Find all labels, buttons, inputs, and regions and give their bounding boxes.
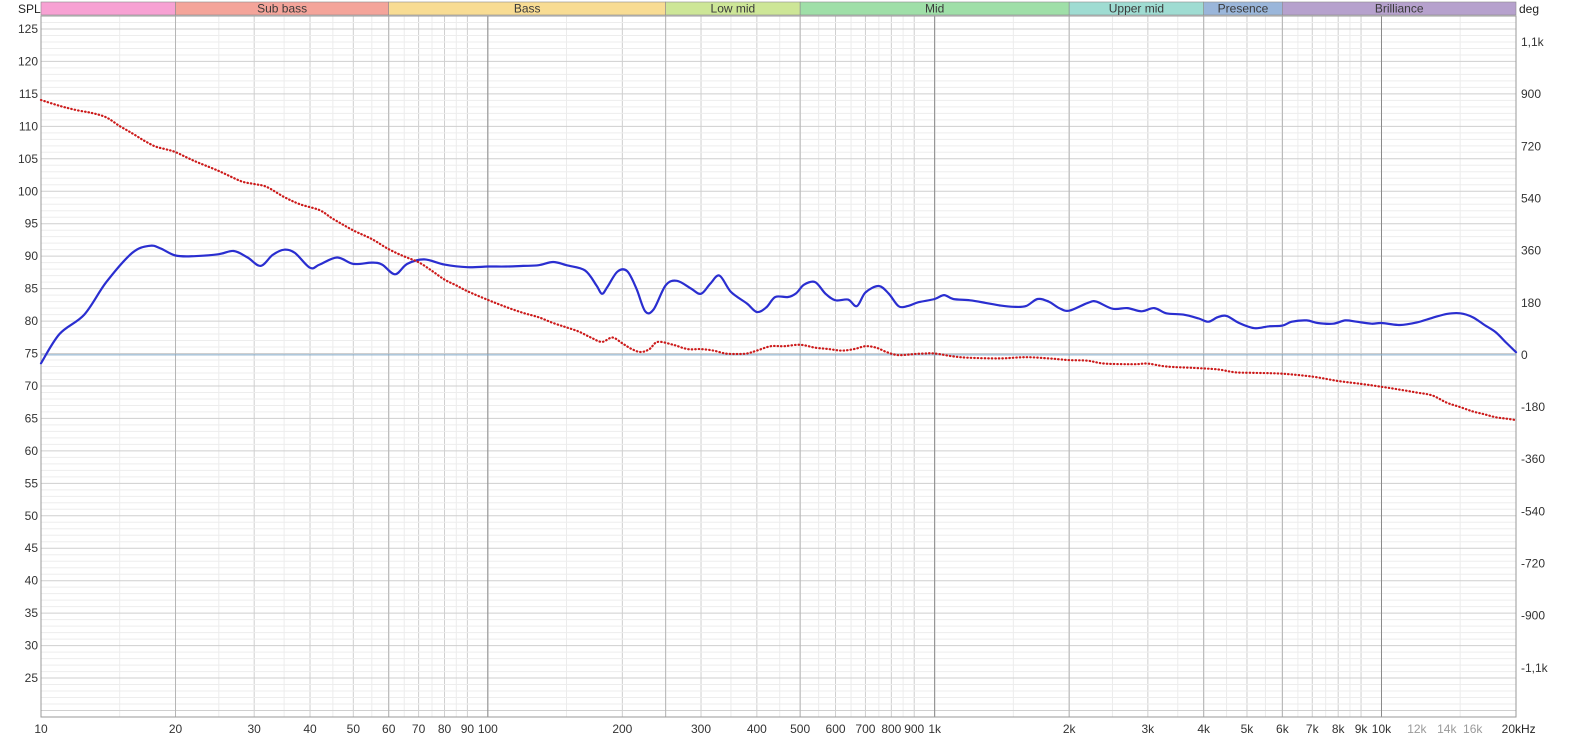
frequency-tick-label: 400 xyxy=(747,722,767,736)
band-swatch xyxy=(40,1,176,16)
spl-tick-label: 25 xyxy=(25,671,39,685)
frequency-tick-label: 20 xyxy=(169,722,183,736)
phase-tick-label: 360 xyxy=(1521,244,1541,258)
frequency-tick-label: 50 xyxy=(347,722,361,736)
frequency-tick-label: 90 xyxy=(461,722,475,736)
frequency-tick-label: 5k xyxy=(1241,722,1255,736)
frequency-tick-label: 800 xyxy=(881,722,901,736)
frequency-tick-label: 10 xyxy=(34,722,48,736)
spl-tick-label: 50 xyxy=(25,509,39,523)
spl-tick-label: 90 xyxy=(25,249,39,263)
frequency-tick-label: 1k xyxy=(928,722,942,736)
frequency-tick-label: 4k xyxy=(1197,722,1211,736)
phase-tick-label: -180 xyxy=(1521,400,1545,414)
phase-tick-label: 180 xyxy=(1521,296,1541,310)
frequency-tick-label: 500 xyxy=(790,722,810,736)
phase-tick-label: -1,1k xyxy=(1521,661,1549,675)
plot-background xyxy=(0,0,1573,742)
band-label: Brilliance xyxy=(1375,2,1424,16)
frequency-tick-label: 60 xyxy=(382,722,396,736)
spl-tick-label: 40 xyxy=(25,574,39,588)
frequency-tick-label: 6k xyxy=(1276,722,1290,736)
frequency-tick-label: 900 xyxy=(904,722,924,736)
spl-tick-label: 100 xyxy=(18,184,38,198)
phase-tick-label: 1,1k xyxy=(1521,35,1545,49)
phase-tick-label: 0 xyxy=(1521,348,1528,362)
frequency-tick-label: 200 xyxy=(612,722,632,736)
frequency-tick-label: 700 xyxy=(855,722,875,736)
band-label: Sub bass xyxy=(257,2,307,16)
phase-tick-label: -720 xyxy=(1521,556,1545,570)
frequency-tick-label: 20 xyxy=(1502,722,1516,736)
phase-tick-label: -900 xyxy=(1521,609,1545,623)
phase-axis-unit: deg xyxy=(1519,2,1539,16)
frequency-tick-label: 14k xyxy=(1437,722,1457,736)
spl-tick-label: 30 xyxy=(25,639,39,653)
spl-tick-label: 55 xyxy=(25,476,39,490)
band-label: Bass xyxy=(514,2,541,16)
frequency-response-chart: Sub bass Bass Low mid Mid Upper mid Presence B… xyxy=(0,0,1573,742)
frequency-tick-label: 10k xyxy=(1372,722,1392,736)
spl-tick-label: 70 xyxy=(25,379,39,393)
phase-tick-label: 900 xyxy=(1521,87,1541,101)
phase-tick-label: -540 xyxy=(1521,504,1545,518)
frequency-tick-label: 70 xyxy=(412,722,426,736)
phase-tick-label: -360 xyxy=(1521,452,1545,466)
frequency-tick-label: 600 xyxy=(826,722,846,736)
band-label: Upper mid xyxy=(1109,2,1164,16)
spl-tick-label: 105 xyxy=(18,152,38,166)
spl-tick-label: 35 xyxy=(25,606,39,620)
frequency-tick-label: 8k xyxy=(1332,722,1346,736)
frequency-tick-label: 30 xyxy=(248,722,262,736)
band-label: Mid xyxy=(925,2,944,16)
spl-tick-label: 75 xyxy=(25,347,39,361)
frequency-band-bar: Sub bass Bass Low mid Mid Upper mid Presence B… xyxy=(40,1,1517,16)
frequency-tick-label: 300 xyxy=(691,722,711,736)
band-label: Presence xyxy=(1218,2,1269,16)
spl-tick-label: 115 xyxy=(19,87,38,101)
spl-tick-label: 85 xyxy=(25,282,39,296)
phase-tick-label: 540 xyxy=(1521,191,1541,205)
frequency-tick-label: 7k xyxy=(1306,722,1320,736)
frequency-tick-label: 80 xyxy=(438,722,452,736)
frequency-axis-unit: kHz xyxy=(1515,722,1536,736)
spl-tick-label: 65 xyxy=(25,411,39,425)
frequency-tick-label: 12k xyxy=(1407,722,1427,736)
frequency-tick-label: 100 xyxy=(478,722,498,736)
spl-tick-label: 60 xyxy=(25,444,39,458)
spl-tick-label: 80 xyxy=(25,314,39,328)
frequency-tick-label: 16k xyxy=(1463,722,1483,736)
spl-axis-unit: SPL xyxy=(18,2,41,16)
spl-tick-label: 125 xyxy=(18,22,38,36)
spl-tick-label: 45 xyxy=(25,541,39,555)
spl-tick-label: 120 xyxy=(18,54,38,68)
phase-tick-label: 720 xyxy=(1521,139,1541,153)
band-label: Low mid xyxy=(711,2,756,16)
spl-tick-label: 110 xyxy=(19,119,38,133)
frequency-tick-label: 2k xyxy=(1063,722,1077,736)
frequency-tick-label: 40 xyxy=(303,722,317,736)
frequency-tick-label: 9k xyxy=(1355,722,1369,736)
frequency-tick-label: 3k xyxy=(1142,722,1156,736)
spl-tick-label: 95 xyxy=(25,217,39,231)
